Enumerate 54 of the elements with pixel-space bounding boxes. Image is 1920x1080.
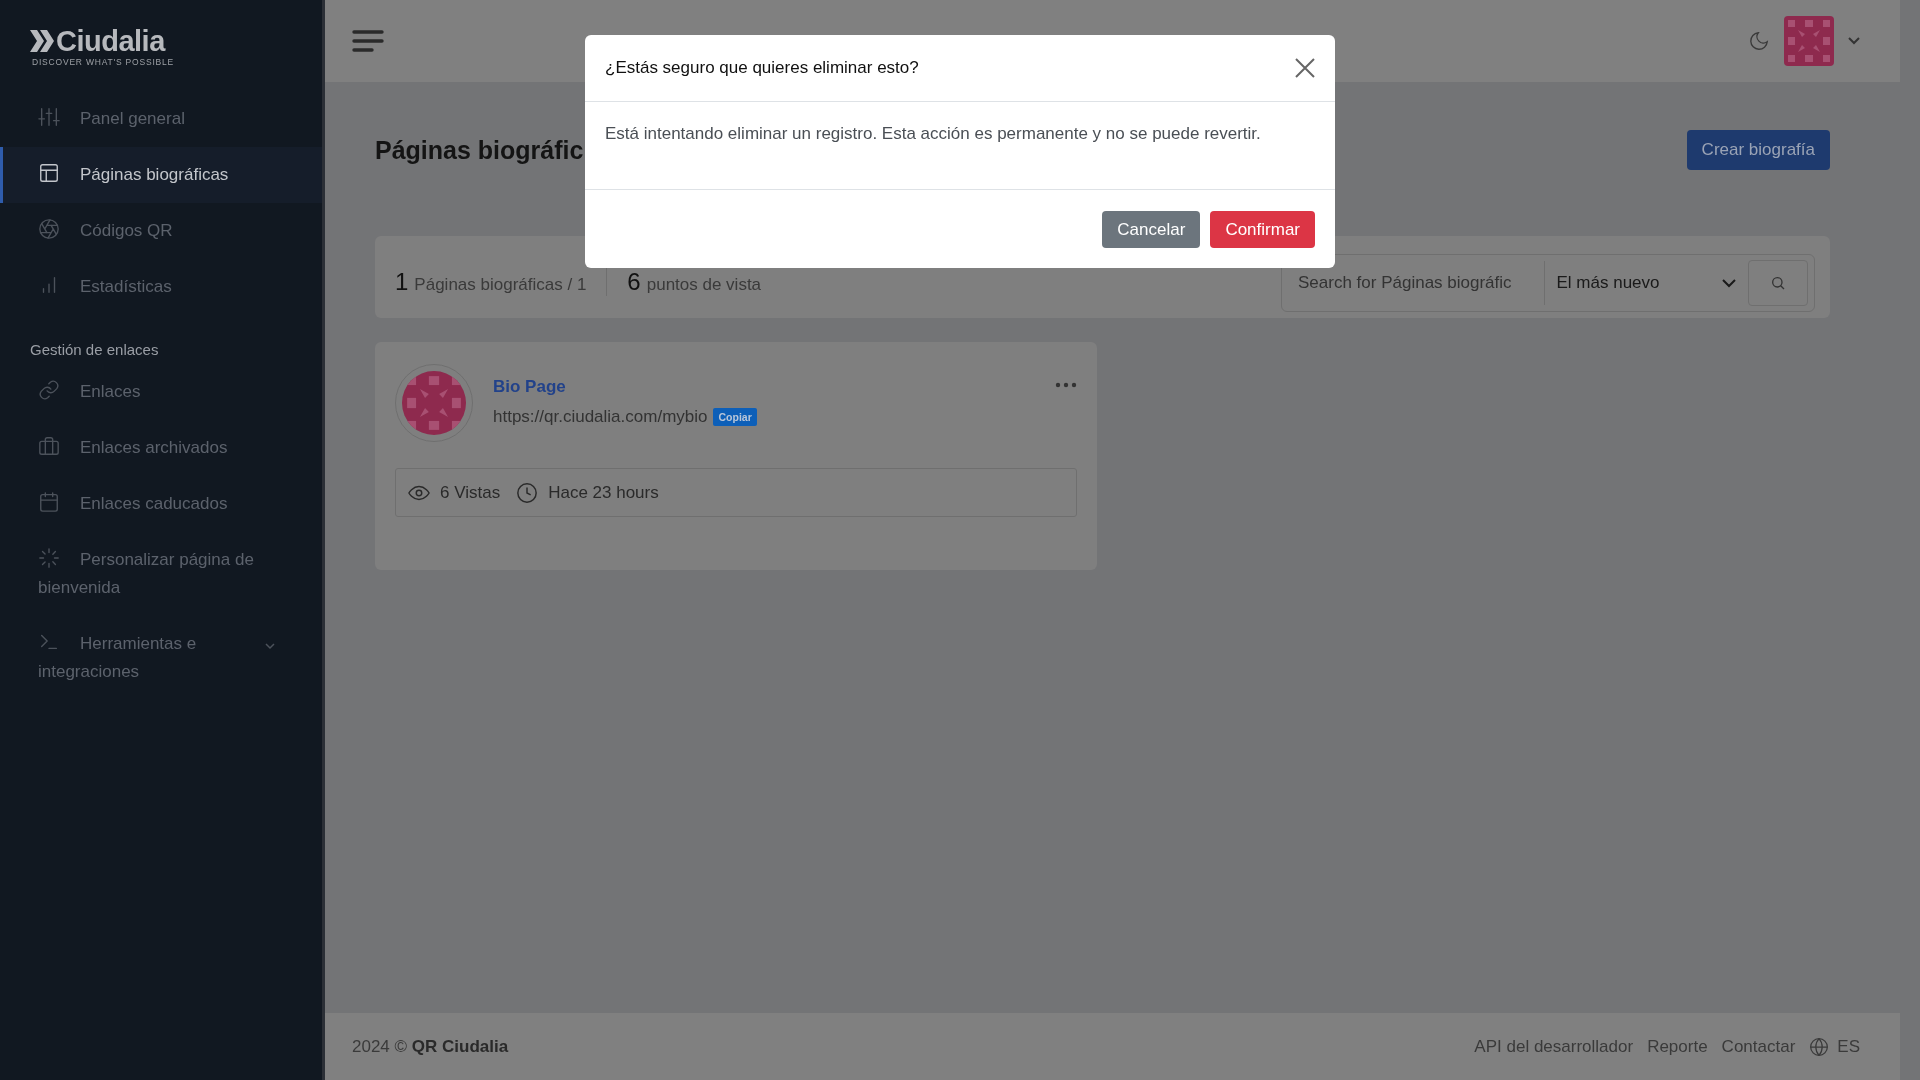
link-icon (38, 379, 60, 401)
time-ago: Hace 23 hours (548, 482, 659, 503)
clock-icon (516, 481, 539, 504)
loader-icon (38, 547, 60, 569)
sidebar-item[interactable]: Enlaces (0, 364, 322, 420)
more-icon[interactable] (1055, 382, 1077, 388)
close-icon[interactable] (1295, 58, 1315, 78)
sidebar-item[interactable]: Enlaces archivados (0, 420, 322, 476)
sidebar-item[interactable]: Herramientas e integraciones (0, 616, 322, 700)
copyright-text: 2024 © QR Ciudalia (352, 1036, 509, 1057)
logo-tagline: DISCOVER WHAT'S POSSIBLE (32, 57, 175, 67)
search-icon (1770, 275, 1787, 291)
sidebar-item[interactable]: Códigos QR (0, 203, 322, 259)
bio-url: https://qr.ciudalia.com/mybio (493, 407, 708, 427)
page-title: Páginas biográfic (375, 135, 584, 165)
section-label: Gestión de enlaces (30, 341, 159, 358)
sidebar-item[interactable]: Personalizar página de bienvenida (0, 532, 322, 616)
chevron-icon (1722, 278, 1737, 288)
views-count: 6 Vistas (440, 482, 501, 503)
sidebar-item[interactable]: Panel general (0, 91, 322, 147)
language-link[interactable]: ES (1837, 1036, 1860, 1057)
create-bio-button[interactable]: Crear biografía (1686, 130, 1830, 170)
bio-title-link[interactable]: Bio Page (493, 377, 757, 397)
aperture-icon (38, 218, 60, 240)
chevron-icon (264, 640, 276, 652)
footer-link[interactable]: Reporte (1647, 1036, 1708, 1057)
sidebar-item[interactable]: Páginas biográficas (0, 147, 322, 203)
stat-label: Páginas biográficas / 1 (414, 275, 587, 295)
layout-icon (38, 162, 60, 184)
copy-badge[interactable]: Copiar (713, 408, 757, 426)
avatar-picture-icon (402, 371, 466, 435)
caret-icon[interactable] (1848, 37, 1860, 45)
confirm-button[interactable]: Confirmar (1210, 211, 1315, 248)
cancel-button[interactable]: Cancelar (1102, 211, 1201, 248)
footer-link[interactable]: API del desarrollador (1474, 1036, 1634, 1057)
modal-title: ¿Estás seguro que quieres eliminar esto? (605, 58, 919, 78)
globe-icon (1809, 1036, 1830, 1057)
avatar-icon (1784, 16, 1834, 66)
logo-icon (30, 30, 54, 52)
moon-icon[interactable] (1748, 30, 1770, 52)
sidebar-item[interactable]: Estadísticas (0, 259, 322, 315)
briefcase-icon (38, 435, 60, 457)
footer-link[interactable]: Contactar (1721, 1036, 1796, 1057)
sort-select[interactable]: El más nuevo (1543, 261, 1749, 305)
calendar-icon (38, 491, 60, 513)
stat-count: 6 (627, 268, 641, 296)
stat-label: puntos de vista (646, 275, 762, 295)
sidebar-item[interactable]: Enlaces caducados (0, 476, 322, 532)
menu-icon[interactable] (352, 29, 384, 53)
stat-count: 1 (395, 268, 409, 296)
modal-message: Está intentando eliminar un registro. Esta acción es permanente y no se puede revertir. (605, 124, 1261, 143)
search-field[interactable]: Search for Páginas biográfic (1282, 273, 1544, 293)
sliders-icon (38, 106, 60, 128)
logo-text: Ciudalia (56, 25, 165, 57)
